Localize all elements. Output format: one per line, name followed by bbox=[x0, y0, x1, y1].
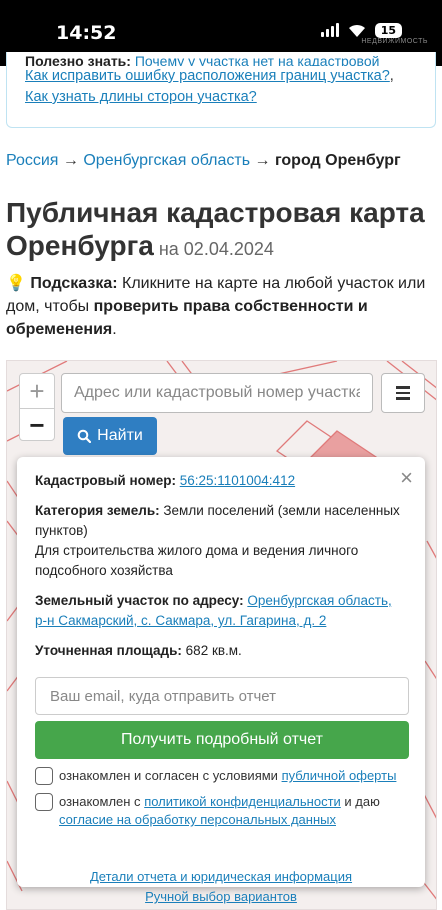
breadcrumb-russia[interactable]: Россия bbox=[6, 152, 58, 169]
breadcrumb: Россия → Оренбургская область → город Ор… bbox=[6, 152, 401, 170]
date-prefix: на bbox=[153, 239, 184, 259]
help-links: Как исправить ошибку расположения границ… bbox=[25, 66, 419, 108]
help-separator: , bbox=[389, 68, 394, 84]
find-button-label: Найти bbox=[97, 427, 143, 444]
help-cut-line: Полезно знать: Почему у участка нет на к… bbox=[25, 56, 419, 66]
address-row: Земельный участок по адресу: Оренбургска… bbox=[35, 591, 407, 631]
menu-button[interactable] bbox=[381, 373, 425, 413]
close-icon[interactable]: × bbox=[400, 465, 413, 491]
offer-checkbox[interactable] bbox=[35, 767, 53, 785]
clock: 14:52 bbox=[56, 22, 117, 44]
cadastral-number-link[interactable]: 56:25:1101004:412 bbox=[180, 473, 295, 488]
privacy-text: ознакомлен с политикой конфиденциальност… bbox=[59, 793, 407, 829]
status-icons: 15 bbox=[320, 22, 402, 38]
zoom-control: + − bbox=[19, 373, 55, 441]
page-date: 02.04.2024 bbox=[183, 239, 274, 259]
category-row: Категория земель: Земли поселений (земли… bbox=[35, 501, 407, 581]
popup-footer-links: Детали отчета и юридическая информация Р… bbox=[35, 867, 407, 907]
get-report-button[interactable]: Получить подробный отчет bbox=[35, 721, 409, 759]
parcel-popup: × Кадастровый номер: 56:25:1101004:412 К… bbox=[17, 457, 425, 904]
find-button[interactable]: Найти bbox=[63, 417, 157, 455]
area-label: Уточненная площадь: bbox=[35, 643, 182, 658]
breadcrumb-region[interactable]: Оренбургская область bbox=[83, 152, 250, 169]
email-field[interactable] bbox=[35, 677, 409, 715]
privacy-mid: и даю bbox=[340, 794, 380, 809]
report-details-link[interactable]: Детали отчета и юридическая информация bbox=[90, 869, 352, 884]
zoom-out-button[interactable]: − bbox=[20, 408, 54, 442]
signal-icon bbox=[320, 23, 339, 37]
privacy-policy-link[interactable]: политикой конфиденциальности bbox=[144, 794, 341, 809]
hint: 💡 Подсказка: Кликните на карте на любой … bbox=[6, 272, 436, 341]
watermark-logo: НЕДВИЖИМОСТЬ bbox=[361, 38, 428, 45]
breadcrumb-current: город Оренбург bbox=[274, 152, 401, 169]
hamburger-icon bbox=[396, 386, 410, 389]
usage-value: Для строительства жилого дома и ведения … bbox=[35, 543, 359, 578]
area-value: 682 кв.м. bbox=[181, 643, 242, 658]
search-icon bbox=[77, 429, 92, 443]
zoom-in-button[interactable]: + bbox=[20, 374, 54, 408]
cadastral-row: Кадастровый номер: 56:25:1101004:412 bbox=[35, 471, 407, 491]
help-link-fix-borders[interactable]: Как исправить ошибку расположения границ… bbox=[25, 68, 390, 84]
offer-label: ознакомлен и согласен с условиями bbox=[59, 768, 282, 783]
page-title: Публичная кадастровая карта Оренбурга на… bbox=[6, 196, 426, 266]
address-label: Земельный участок по адресу: bbox=[35, 593, 244, 608]
breadcrumb-arrow: → bbox=[250, 152, 275, 169]
help-box: Полезно знать: Почему у участка нет на к… bbox=[6, 52, 436, 128]
wifi-icon bbox=[348, 24, 365, 37]
help-link-side-lengths[interactable]: Как узнать длины сторон участка? bbox=[25, 89, 257, 105]
manual-selection-link[interactable]: Ручной выбор вариантов bbox=[145, 889, 297, 904]
offer-agreement: ознакомлен и согласен с условиями публич… bbox=[35, 767, 407, 785]
public-offer-link[interactable]: публичной оферты bbox=[282, 768, 397, 783]
cadastral-label: Кадастровый номер: bbox=[35, 473, 176, 488]
offer-text: ознакомлен и согласен с условиями публич… bbox=[59, 767, 396, 785]
hint-end: . bbox=[112, 321, 117, 338]
battery-icon: 15 bbox=[374, 22, 402, 38]
breadcrumb-arrow: → bbox=[58, 152, 84, 169]
privacy-checkbox[interactable] bbox=[35, 793, 53, 811]
privacy-label: ознакомлен с bbox=[59, 794, 145, 809]
area-row: Уточненная площадь: 682 кв.м. bbox=[35, 641, 407, 661]
hint-label: Подсказка: bbox=[30, 275, 118, 292]
search-input[interactable] bbox=[61, 373, 373, 413]
lightbulb-icon: 💡 bbox=[6, 275, 26, 292]
category-label: Категория земель: bbox=[35, 503, 160, 518]
privacy-agreement: ознакомлен с политикой конфиденциальност… bbox=[35, 793, 407, 829]
personal-data-link[interactable]: согласие на обработку персональных данны… bbox=[59, 812, 336, 827]
cadastral-map[interactable]: + − Найти × Кадастровый номер: 56:25:110… bbox=[6, 360, 437, 910]
